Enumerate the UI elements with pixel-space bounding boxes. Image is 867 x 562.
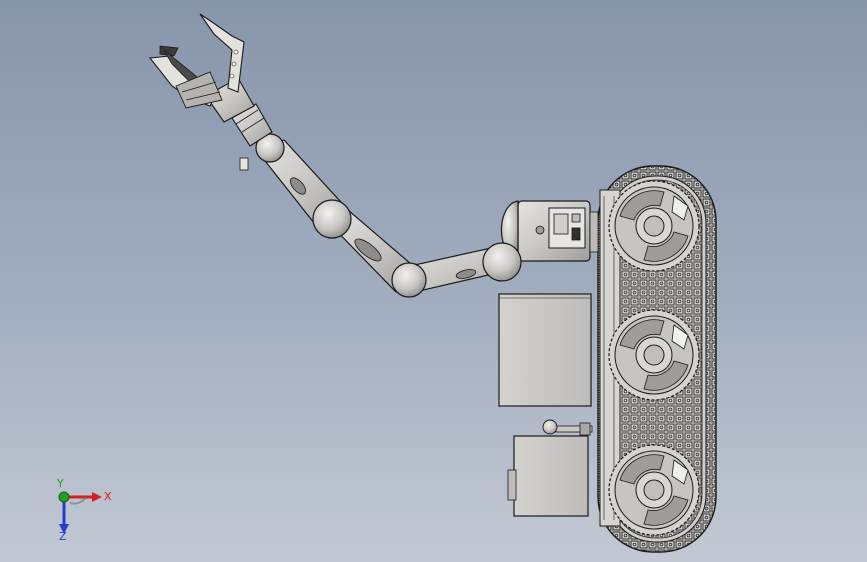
robot-model[interactable]	[0, 0, 867, 562]
drive-wheel-top[interactable]	[608, 180, 700, 272]
road-wheel-middle[interactable]	[608, 309, 700, 401]
finger-bolt	[229, 73, 235, 79]
gripper[interactable]	[148, 13, 255, 123]
panel-switch	[571, 227, 581, 241]
panel-port	[571, 213, 581, 223]
cad-graphics-viewport[interactable]: X Z Y	[0, 0, 867, 562]
finger-bolt	[231, 61, 237, 67]
shoulder-joint[interactable]	[482, 242, 522, 282]
robot-arm[interactable]	[231, 103, 522, 298]
panel-display	[553, 213, 569, 235]
elbow-joint[interactable]	[391, 262, 427, 298]
shoulder-bracket	[589, 211, 599, 253]
idler-wheel-bottom[interactable]	[608, 444, 700, 536]
track-assembly[interactable]	[597, 165, 717, 553]
sensor-connector[interactable]	[542, 419, 593, 436]
lower-box-flange	[507, 469, 517, 501]
shoulder-bolt	[535, 225, 545, 235]
upper-body-box[interactable]	[498, 293, 592, 407]
upper-joint[interactable]	[312, 199, 352, 239]
finger-bolt	[233, 49, 239, 55]
lower-body-box[interactable]	[513, 435, 589, 517]
body-housings[interactable]	[498, 293, 593, 517]
wrist-sensor	[239, 157, 249, 171]
